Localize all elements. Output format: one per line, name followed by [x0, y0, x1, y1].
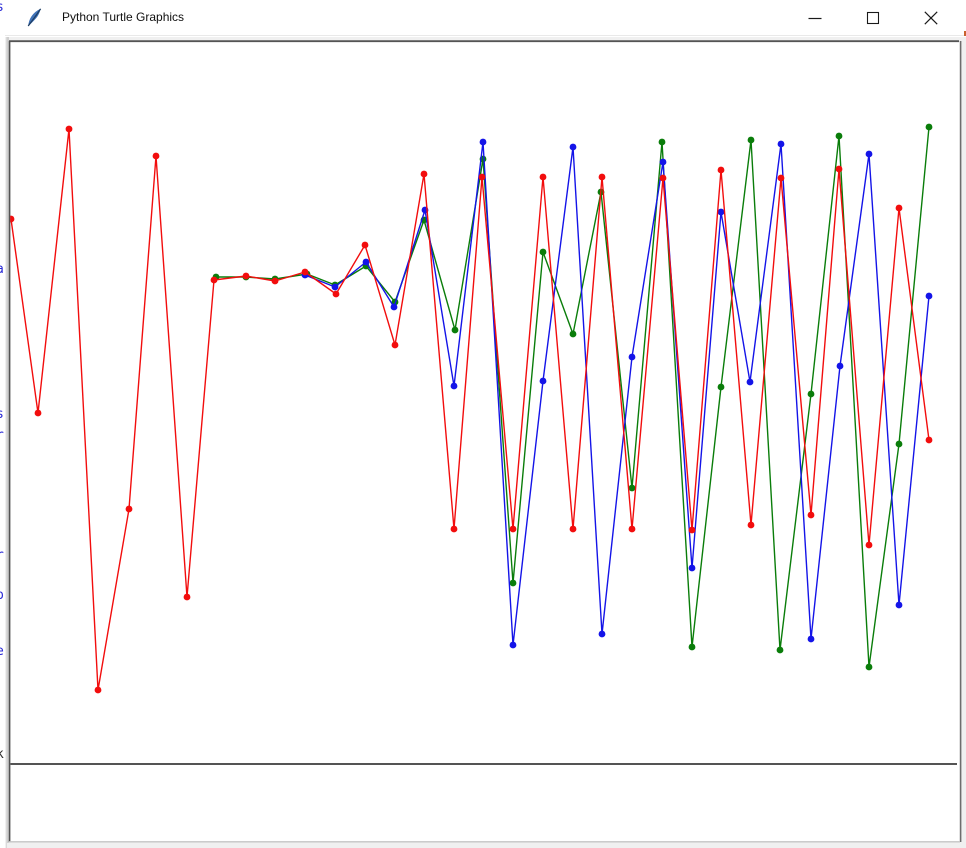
- green-marker: [777, 647, 784, 654]
- red-marker: [778, 175, 785, 182]
- green-marker: [866, 664, 873, 671]
- red-marker: [392, 342, 399, 349]
- blue-marker: [629, 354, 636, 361]
- green-marker: [510, 580, 517, 587]
- turtle-window-body: [0, 0, 966, 848]
- blue-marker: [480, 139, 487, 146]
- red-marker: [153, 153, 160, 160]
- blue-marker: [451, 383, 458, 390]
- blue-marker: [747, 379, 754, 386]
- green-marker: [808, 391, 815, 398]
- green-marker: [718, 384, 725, 391]
- blue-marker: [391, 304, 398, 311]
- red-marker: [35, 410, 42, 417]
- red-marker: [660, 175, 667, 182]
- maximize-icon: [866, 11, 880, 25]
- red-marker: [362, 242, 369, 249]
- red-marker: [808, 512, 815, 519]
- green-marker: [659, 139, 666, 146]
- maximize-button[interactable]: [844, 0, 902, 36]
- blue-marker: [689, 565, 696, 572]
- green-marker: [748, 137, 755, 144]
- green-marker: [926, 124, 933, 131]
- red-marker: [599, 174, 606, 181]
- window-controls: [786, 0, 960, 36]
- window-title: Python Turtle Graphics: [62, 10, 184, 24]
- blue-marker: [332, 284, 339, 291]
- blue-marker: [778, 141, 785, 148]
- green-marker: [629, 485, 636, 492]
- red-marker: [302, 269, 309, 276]
- blue-marker: [570, 144, 577, 151]
- red-marker: [629, 526, 636, 533]
- close-button[interactable]: [902, 0, 960, 36]
- red-marker: [66, 126, 73, 133]
- green-marker: [836, 133, 843, 140]
- green-marker: [689, 644, 696, 651]
- green-marker: [540, 249, 547, 256]
- red-marker: [570, 526, 577, 533]
- blue-marker: [540, 378, 547, 385]
- red-marker: [896, 205, 903, 212]
- red-marker: [926, 437, 933, 444]
- red-marker: [510, 526, 517, 533]
- red-marker: [748, 522, 755, 529]
- blue-marker: [363, 259, 370, 266]
- green-marker: [570, 331, 577, 338]
- close-icon: [924, 11, 938, 25]
- minimize-icon: [808, 11, 822, 25]
- red-marker: [184, 594, 191, 601]
- blue-marker: [896, 602, 903, 609]
- red-marker: [333, 291, 340, 298]
- green-marker: [452, 327, 459, 334]
- red-marker: [866, 542, 873, 549]
- red-marker: [689, 527, 696, 534]
- red-marker: [540, 174, 547, 181]
- blue-marker: [599, 631, 606, 638]
- blue-marker: [660, 159, 667, 166]
- blue-marker: [837, 363, 844, 370]
- red-marker: [126, 506, 133, 513]
- blue-marker: [926, 293, 933, 300]
- blue-marker: [808, 636, 815, 643]
- blue-marker: [718, 209, 725, 216]
- python-tk-feather-icon[interactable]: [27, 8, 42, 27]
- red-marker: [243, 273, 250, 280]
- red-marker: [272, 278, 279, 285]
- red-marker: [836, 166, 843, 173]
- red-marker: [95, 687, 102, 694]
- blue-marker: [866, 151, 873, 158]
- blue-marker: [510, 642, 517, 649]
- red-marker: [718, 167, 725, 174]
- red-marker: [211, 277, 218, 284]
- titlebar[interactable]: Python Turtle Graphics: [5, 0, 966, 36]
- red-marker: [451, 526, 458, 533]
- green-marker: [896, 441, 903, 448]
- red-marker: [421, 171, 428, 178]
- minimize-button[interactable]: [786, 0, 844, 36]
- red-marker: [479, 174, 486, 181]
